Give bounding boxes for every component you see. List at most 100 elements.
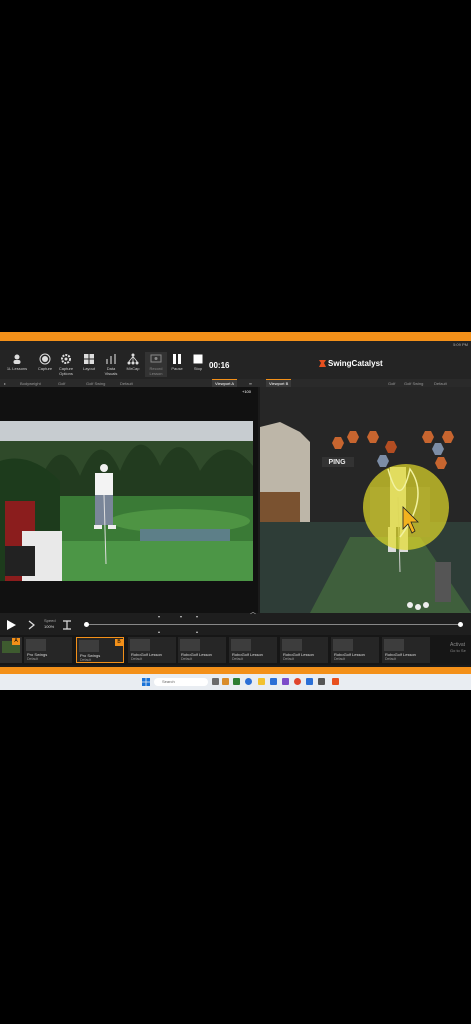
brand-name: SwingCatalyst (328, 359, 383, 368)
stop-button[interactable]: Stop (187, 352, 209, 377)
clip-item[interactable]: RoboGolf Lesson Default (382, 637, 430, 663)
step-forward-icon[interactable] (28, 620, 35, 630)
swingcatalyst-taskbar-icon[interactable] (332, 678, 339, 685)
timeline-scrubber[interactable] (84, 622, 89, 627)
tag-default[interactable]: Default (120, 381, 133, 386)
clip-subtitle: Default (131, 657, 143, 661)
stop-icon (193, 354, 203, 364)
speed-value[interactable]: 100% (44, 624, 54, 629)
windows-start-icon[interactable] (142, 678, 150, 686)
capture-options-button[interactable]: Capture Options (55, 352, 77, 377)
clip-marker-b: B (115, 639, 123, 646)
recording-timer: 00:16 (209, 361, 230, 370)
trim-icon[interactable] (62, 620, 72, 630)
viewport-b[interactable]: PING (260, 387, 471, 613)
clip-thumbnail (384, 639, 404, 651)
clip-thumbnail (231, 639, 251, 651)
marker-down-icon[interactable]: ▾ (158, 614, 160, 619)
chrome-icon[interactable] (294, 678, 301, 685)
clip-subtitle: Default (334, 657, 346, 661)
clip-thumbnail (282, 639, 302, 651)
clip-partial[interactable]: A (0, 637, 22, 663)
tag-golf-right[interactable]: Golf (388, 381, 395, 386)
clip-item[interactable]: RoboGolf Lesson Default (178, 637, 226, 663)
clip-thumbnail (180, 639, 200, 651)
bottom-accent-bar (0, 667, 471, 674)
clip-thumbnail (26, 639, 46, 651)
data-visuals-button[interactable]: Data Visuals (100, 352, 122, 377)
tag-golf[interactable]: Golf (58, 381, 65, 386)
clip-subtitle: Default (283, 657, 295, 661)
clip-subtitle: Default (27, 657, 39, 661)
network-icon (127, 353, 139, 365)
taskbar-search-input[interactable]: Search (154, 678, 208, 686)
record-icon (39, 353, 51, 365)
task-view-icon[interactable] (212, 678, 219, 685)
marker-down-icon[interactable]: ▾ (196, 614, 198, 619)
pause-icon (173, 354, 181, 364)
mircap-button[interactable]: MirCap (122, 352, 144, 377)
clip-thumbnail (79, 640, 99, 652)
marker-up-icon[interactable]: ▴ (158, 629, 160, 634)
clip-item[interactable]: RoboGolf Lesson Default (280, 637, 328, 663)
clip-thumbnail (333, 639, 353, 651)
studio-video-frame (260, 387, 471, 613)
clip-subtitle: Default (232, 657, 244, 661)
file-explorer-icon[interactable] (258, 678, 265, 685)
app-window: 5:09 PM 1L Lessons Capture Capture Optio… (0, 332, 471, 690)
viewport-a[interactable]: +100 (0, 387, 258, 613)
swingcatalyst-logo-icon (319, 360, 326, 367)
app-icon[interactable] (318, 678, 325, 685)
gear-icon (61, 354, 71, 364)
clip-thumbnail (130, 639, 150, 651)
widgets-icon[interactable] (222, 678, 229, 685)
timeline-track[interactable] (85, 624, 459, 625)
activate-windows-watermark: Activat Go to Se (450, 642, 466, 653)
clip-item[interactable]: Pro Swings Default (24, 637, 72, 663)
video-lesson-icon (150, 354, 162, 363)
lessons-button[interactable]: 1L Lessons (6, 352, 28, 377)
main-toolbar: 1L Lessons Capture Capture Options Layou… (0, 350, 471, 379)
zoom-readout: +100 (242, 389, 252, 394)
link-icon[interactable]: ∞ (249, 381, 252, 386)
speed-label: Speed (44, 618, 56, 623)
clip-item[interactable]: RoboGolf Lesson Default (229, 637, 277, 663)
clip-item[interactable]: RoboGolf Lesson Default (331, 637, 379, 663)
tag-bodyweight[interactable]: Bodyweight (20, 381, 41, 386)
person-icon (13, 354, 21, 364)
tag-golf-swing-right[interactable]: Golf Swing (404, 381, 423, 386)
app-icon[interactable] (306, 678, 313, 685)
pause-button[interactable]: Pause (166, 352, 188, 377)
playback-bar: Speed 100% ▾ ▾ ▾ ▴ ▴ ︿ (0, 610, 471, 635)
tag-golf-swing[interactable]: Golf Swing (86, 381, 105, 386)
collapse-chevron-icon[interactable]: ︿ (250, 607, 256, 616)
folder-icon[interactable]: ▸ (4, 381, 6, 386)
top-accent-bar (0, 332, 471, 341)
edge-icon[interactable] (245, 678, 252, 685)
grid-icon (84, 354, 94, 364)
marker-up-icon[interactable]: ▴ (196, 629, 198, 634)
clip-subtitle: Default (385, 657, 397, 661)
play-icon[interactable] (6, 620, 16, 630)
marker-down-icon[interactable]: ▾ (180, 614, 182, 619)
clip-marker-a: A (12, 638, 20, 645)
clip-item[interactable]: RoboGolf Lesson Default (128, 637, 176, 663)
store-icon[interactable] (270, 678, 277, 685)
viewport-tabs-bar: ▸ Bodyweight Golf Golf Swing Default Vie… (0, 379, 471, 388)
record-lesson-button[interactable]: Record Lesson (145, 352, 167, 377)
app-icon[interactable] (282, 678, 289, 685)
system-clock: 5:09 PM (453, 342, 468, 347)
clip-item-selected[interactable]: B Pro Swings Default (76, 637, 124, 663)
clip-subtitle: Default (80, 658, 92, 662)
tag-default-right[interactable]: Default (434, 381, 447, 386)
timeline-end-handle[interactable] (458, 622, 463, 627)
clips-strip: A Pro Swings Default B Pro Swings Defaul… (0, 635, 471, 665)
windows-taskbar: Search (0, 674, 471, 690)
layout-button[interactable]: Layout (78, 352, 100, 377)
clip-subtitle: Default (181, 657, 193, 661)
chart-icon (106, 354, 116, 364)
ping-sign: PING (328, 459, 346, 466)
capture-button[interactable]: Capture (34, 352, 56, 377)
app-icon[interactable] (233, 678, 240, 685)
title-bar: 5:09 PM (0, 341, 471, 350)
